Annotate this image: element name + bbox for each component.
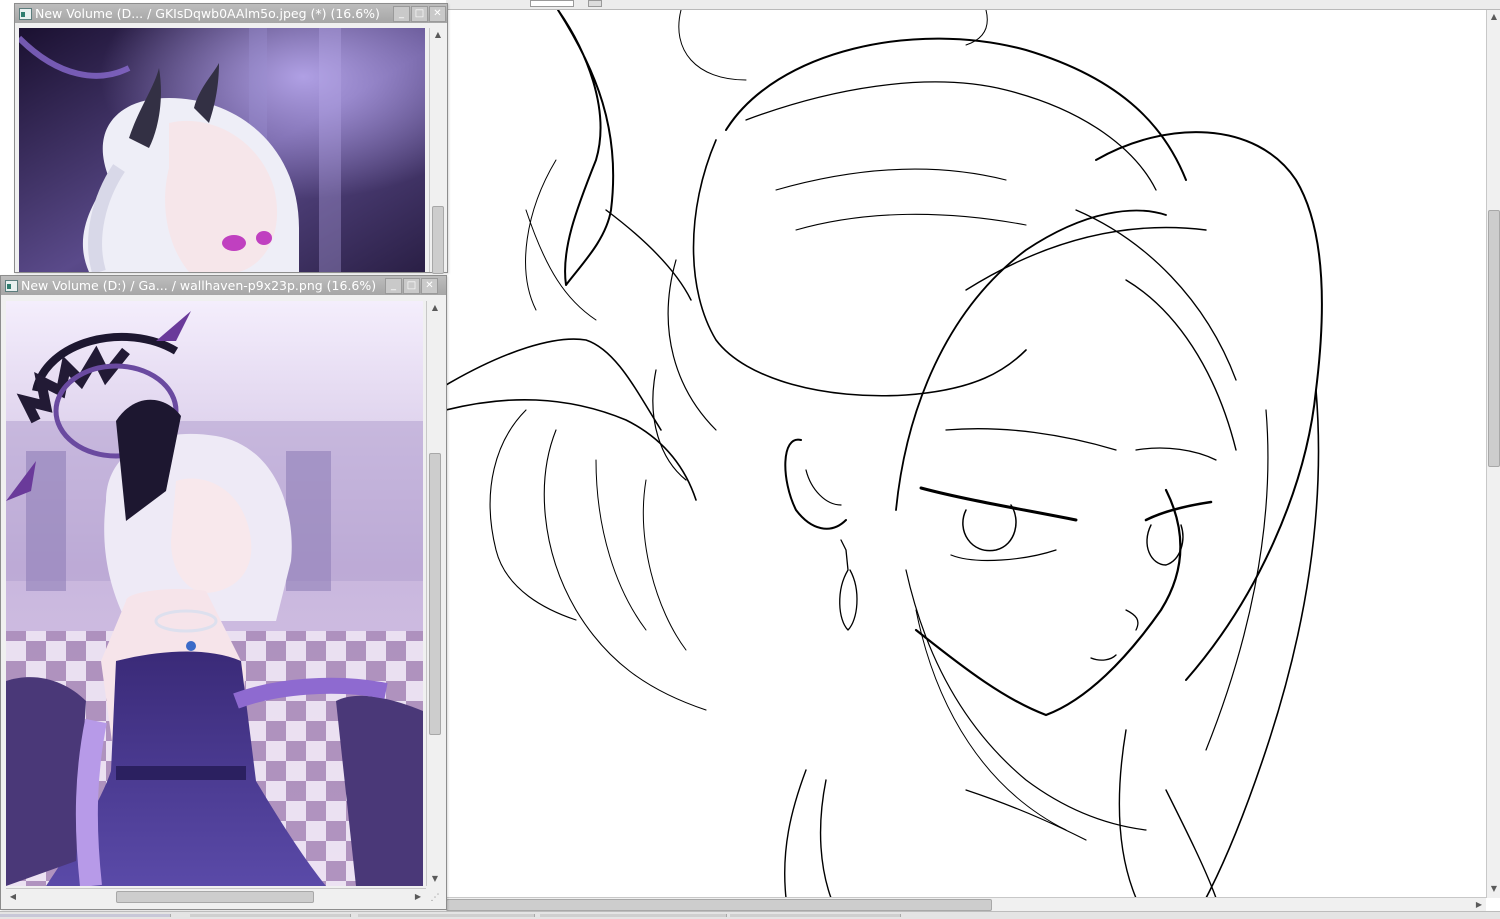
toolbar-button[interactable]: [588, 0, 602, 7]
maximize-icon[interactable]: □: [403, 278, 420, 294]
lineart-stroke: [605, 209, 692, 301]
lineart-stroke: [725, 37, 1187, 181]
lineart-stroke: [543, 429, 707, 711]
window-titlebar[interactable]: New Volume (D... / GKIsDqwb0AAlm5o.jpeg …: [15, 4, 447, 23]
lineart-stroke: [1075, 209, 1237, 381]
image-preview[interactable]: [6, 301, 423, 886]
scroll-right-arrow-icon[interactable]: ▶: [411, 890, 425, 904]
lineart-stroke: [805, 469, 842, 506]
lineart-stroke: [692, 139, 1027, 397]
status-segment: [730, 914, 901, 917]
lineart-stroke: [1144, 500, 1213, 522]
window-horizontal-scrollbar[interactable]: ◀ ▶: [6, 888, 426, 905]
lineart-stroke: [1118, 729, 1217, 898]
minimize-icon[interactable]: _: [393, 6, 410, 22]
lineart-stroke: [652, 259, 717, 481]
status-segment: [540, 914, 727, 917]
lineart-stroke: [919, 486, 1078, 522]
window-title: New Volume (D:) / Ga... / wallhaven-p9x2…: [21, 278, 377, 293]
lineart-stroke: [962, 504, 1017, 552]
lineart-stroke: [446, 398, 697, 501]
lineart-stroke: [839, 539, 858, 631]
lineart-stroke: [595, 459, 687, 651]
lineart-stroke: [945, 428, 1217, 461]
app-icon: [5, 280, 18, 292]
scroll-left-arrow-icon[interactable]: ◀: [6, 890, 20, 904]
lineart-stroke: [678, 10, 988, 81]
lineart-stroke: [784, 438, 847, 530]
top-toolbar: [446, 0, 1500, 10]
app-icon: [19, 8, 32, 20]
lineart-stroke: [775, 168, 1027, 231]
resize-grip-icon[interactable]: ⋰: [429, 892, 441, 904]
scroll-up-arrow-icon[interactable]: ▲: [1487, 10, 1500, 24]
lineart-stroke: [784, 769, 832, 898]
lineart-stroke: [1095, 131, 1323, 681]
lineart-stroke: [1090, 609, 1139, 661]
scroll-right-arrow-icon[interactable]: ▶: [1472, 898, 1486, 912]
window-vertical-scrollbar[interactable]: ▲: [429, 28, 446, 274]
status-segment: [190, 914, 351, 917]
lineart-stroke: [489, 409, 577, 621]
status-segment: [358, 914, 535, 917]
anime-artwork-image: [6, 301, 423, 886]
scrollbar-thumb[interactable]: [429, 453, 441, 735]
lineart-stroke: [1205, 409, 1269, 751]
scroll-up-arrow-icon[interactable]: ▲: [431, 28, 445, 42]
scrollbar-thumb[interactable]: [446, 899, 992, 911]
lineart-stroke: [965, 789, 1087, 841]
window-vertical-scrollbar[interactable]: ▲ ▼: [426, 301, 443, 886]
scroll-down-arrow-icon[interactable]: ▼: [428, 872, 442, 886]
status-segment: [0, 914, 171, 917]
lineart-stroke: [915, 609, 1067, 831]
anime-artwork-image: [19, 28, 425, 272]
lineart-stroke: [914, 488, 1182, 717]
scrollbar-thumb[interactable]: [116, 891, 314, 903]
lineart-stroke: [950, 549, 1057, 562]
lineart-stroke: [965, 226, 1237, 451]
lineart-drawing-canvas[interactable]: [446, 10, 1486, 898]
main-canvas-area: ▲ ▼ ▶: [446, 0, 1500, 918]
window-titlebar[interactable]: New Volume (D:) / Ga... / wallhaven-p9x2…: [1, 276, 446, 295]
scrollbar-thumb[interactable]: [432, 206, 444, 274]
lineart-stroke: [446, 338, 662, 431]
lineart-stroke: [745, 81, 1157, 191]
scrollbar-thumb[interactable]: [1488, 210, 1500, 467]
scroll-up-arrow-icon[interactable]: ▲: [428, 301, 442, 315]
canvas-horizontal-scrollbar[interactable]: ▶: [446, 897, 1486, 912]
lineart-stroke: [557, 10, 615, 286]
minimize-icon[interactable]: _: [385, 278, 402, 294]
window-title: New Volume (D... / GKIsDqwb0AAlm5o.jpeg …: [35, 6, 380, 21]
zoom-field[interactable]: [530, 0, 574, 7]
canvas-vertical-scrollbar[interactable]: ▲ ▼: [1486, 10, 1500, 898]
lineart-stroke: [905, 569, 1147, 831]
maximize-icon[interactable]: □: [411, 6, 428, 22]
image-window-top[interactable]: New Volume (D... / GKIsDqwb0AAlm5o.jpeg …: [14, 3, 448, 274]
close-icon[interactable]: ✕: [429, 6, 446, 22]
scroll-down-arrow-icon[interactable]: ▼: [1487, 882, 1500, 896]
lineart-stroke: [525, 159, 597, 321]
image-preview[interactable]: [19, 28, 425, 272]
close-icon[interactable]: ✕: [421, 278, 438, 294]
image-window-bottom[interactable]: New Volume (D:) / Ga... / wallhaven-p9x2…: [0, 275, 447, 910]
lineart-stroke: [1146, 524, 1184, 566]
